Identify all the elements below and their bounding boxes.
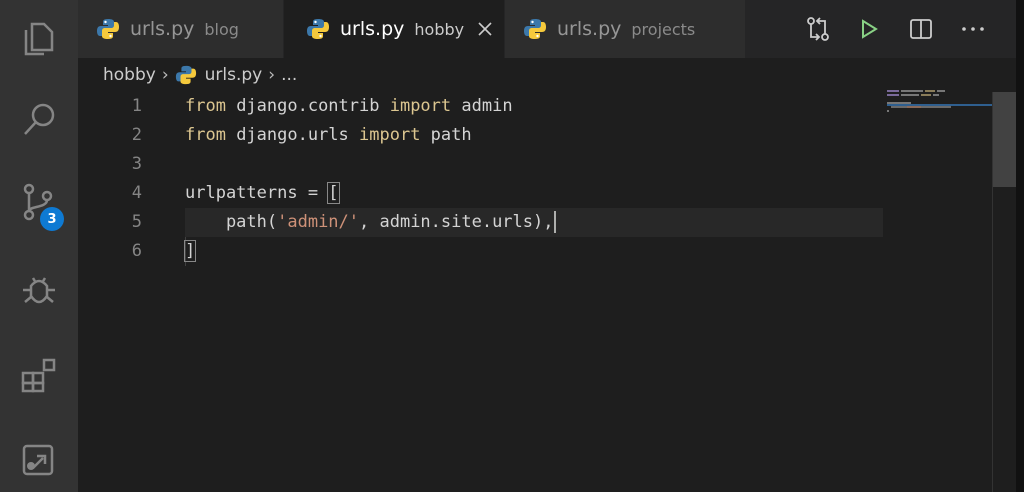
- scrollbar-thumb[interactable]: [993, 92, 1017, 187]
- code-text: from django.contrib import admin: [185, 96, 513, 116]
- remote-explorer-icon: [22, 444, 54, 476]
- code-line: 1 from django.contrib import admin: [78, 92, 992, 121]
- chevron-right-icon: ›: [161, 65, 169, 85]
- explorer-button[interactable]: [0, 8, 78, 68]
- compare-changes-icon: [807, 17, 829, 41]
- remote-explorer-button[interactable]: [0, 428, 78, 488]
- line-number: 2: [131, 125, 142, 145]
- source-control-badge: 3: [40, 207, 64, 231]
- code-line: 3: [78, 150, 992, 179]
- tab-folder: hobby: [414, 19, 465, 39]
- breadcrumb-symbol[interactable]: ...: [281, 65, 297, 85]
- line-number: 4: [131, 183, 142, 203]
- activity-bar: 3: [0, 0, 78, 492]
- tab-folder: blog: [204, 19, 239, 39]
- compare-changes-button[interactable]: [803, 14, 833, 44]
- tab-filename: urls.py: [130, 18, 195, 40]
- code-text: from django.urls import path: [185, 125, 472, 145]
- line-number: 5: [131, 212, 142, 232]
- run-debug-button[interactable]: [0, 260, 78, 320]
- run-icon: [862, 19, 878, 39]
- tab-filename: urls.py: [340, 18, 405, 40]
- breadcrumb-folder[interactable]: hobby: [103, 65, 156, 85]
- extensions-button[interactable]: [0, 345, 78, 405]
- search-icon: [24, 103, 55, 135]
- tab-urls-hobby[interactable]: urls.py hobby: [284, 0, 504, 58]
- code-editor[interactable]: 1 from django.contrib import admin 2 fro…: [78, 92, 992, 492]
- tab-urls-projects[interactable]: urls.py projects: [505, 0, 745, 58]
- window-edge: [1016, 0, 1024, 492]
- code-text: ]: [183, 240, 197, 262]
- python-file-icon: [97, 19, 119, 39]
- split-editor-icon: [910, 19, 932, 39]
- tab-urls-blog[interactable]: urls.py blog: [78, 0, 283, 58]
- line-number: 3: [131, 154, 142, 174]
- run-button[interactable]: [854, 14, 884, 44]
- search-button[interactable]: [0, 90, 78, 150]
- extensions-icon: [21, 358, 56, 393]
- python-file-icon: [307, 19, 329, 39]
- code-text: urlpatterns = [: [185, 182, 340, 204]
- python-file-icon: [175, 65, 196, 85]
- code-line: 2 from django.urls import path: [78, 121, 992, 150]
- tab-bar: urls.py blog urls.py hobby urls.py proje…: [78, 0, 1024, 58]
- vertical-scrollbar[interactable]: [992, 92, 1017, 492]
- python-file-icon: [524, 19, 546, 39]
- tab-filename: urls.py: [557, 18, 622, 40]
- line-number: 1: [131, 96, 142, 116]
- breadcrumb: hobby › urls.py › ...: [78, 58, 1024, 92]
- minimap[interactable]: [887, 88, 993, 118]
- code-line: 6 ]: [78, 237, 992, 266]
- more-actions-button[interactable]: [958, 14, 988, 44]
- split-editor-button[interactable]: [906, 14, 936, 44]
- text-cursor: [554, 211, 557, 233]
- code-line: 4 urlpatterns = [: [78, 179, 992, 208]
- chevron-right-icon: ›: [268, 65, 276, 85]
- files-icon: [24, 22, 54, 56]
- close-icon[interactable]: [476, 20, 494, 38]
- tab-folder: projects: [631, 19, 696, 39]
- source-control-button[interactable]: [0, 172, 78, 232]
- debug-icon: [23, 277, 55, 304]
- breadcrumb-file[interactable]: urls.py: [175, 64, 263, 86]
- code-line-current: 5 path('admin/', admin.site.urls),: [78, 208, 992, 237]
- breadcrumb-file-label: urls.py: [204, 65, 263, 85]
- line-number: 6: [131, 241, 142, 261]
- more-actions-icon: [962, 27, 984, 31]
- code-text: path('admin/', admin.site.urls),: [185, 208, 557, 237]
